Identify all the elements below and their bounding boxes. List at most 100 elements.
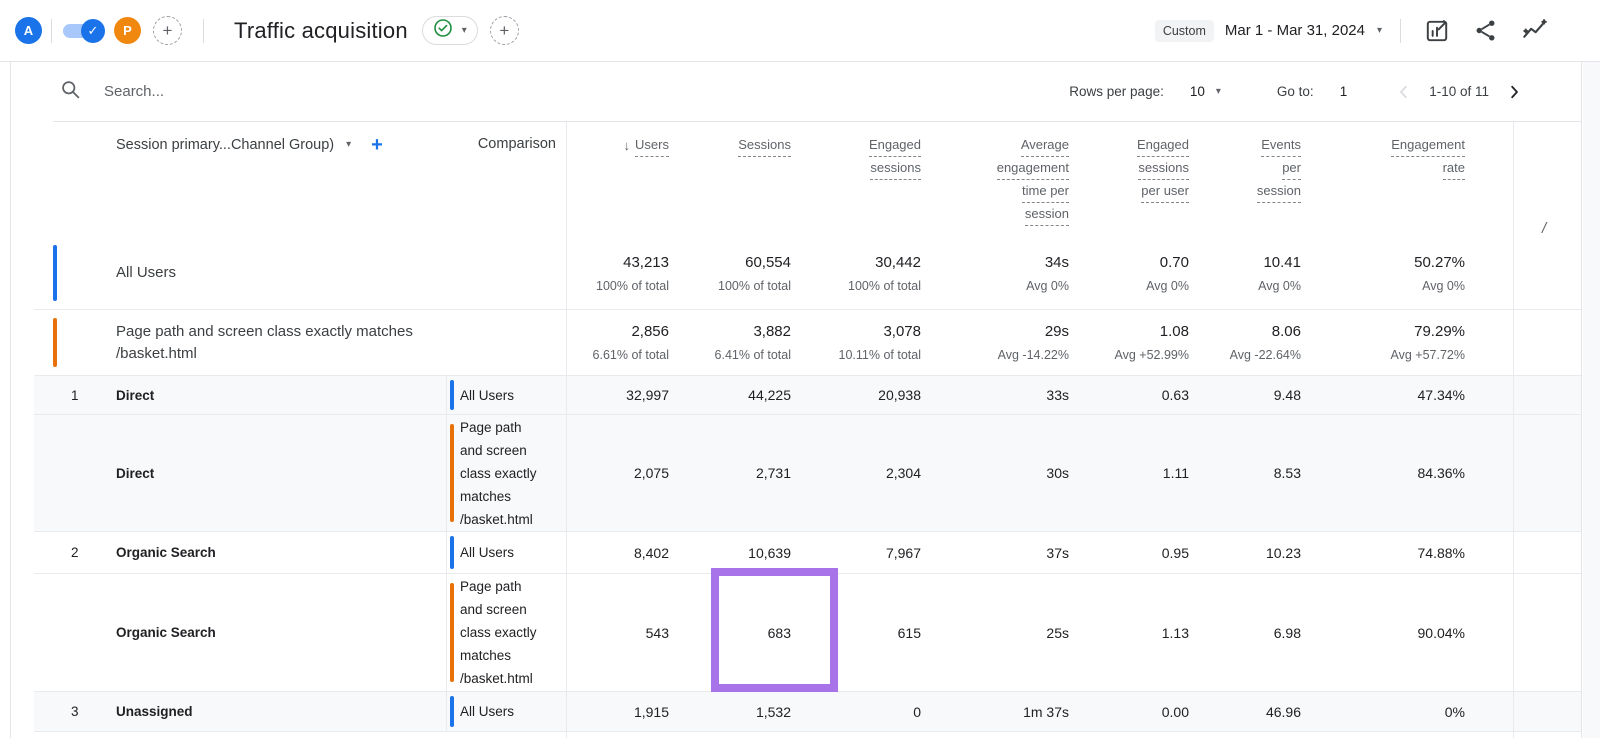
column-header-engagement-rate[interactable]: Engagementrate — [1323, 134, 1513, 226]
column-header-engaged-sessions[interactable]: Engagedsessions — [813, 134, 943, 226]
date-range-type-badge: Custom — [1155, 20, 1214, 42]
metric-value: 29s — [1045, 323, 1069, 340]
row-number: 3 — [71, 704, 79, 719]
column-header-text: Engaged — [869, 134, 921, 157]
column-header-engaged-sessions-per-user[interactable]: Engagedsessionsper user — [1091, 134, 1211, 226]
dimension-cell: 2Organic Search — [34, 532, 446, 573]
column-header-events-per-session[interactable]: Eventspersession — [1211, 134, 1323, 226]
summary-metric-cell: 60,554100% of total — [691, 237, 813, 309]
dimension-selector[interactable]: Session primary...Channel Group) ▾ + — [116, 135, 383, 155]
summary-label: All Users — [116, 262, 461, 284]
page-title: Traffic acquisition — [234, 18, 408, 44]
column-header-average-engagement-time-per-session[interactable]: Averageengagementtime persession — [943, 134, 1091, 226]
metric-cell: 1,915 — [566, 692, 691, 731]
toggle-check-icon: ✓ — [81, 19, 105, 43]
comparison-bar — [53, 318, 57, 367]
metric-cell: 0 — [813, 692, 943, 731]
add-comparison-button[interactable]: + — [153, 16, 182, 45]
plus-icon: + — [499, 21, 509, 41]
column-header-line: Average — [1021, 134, 1069, 157]
comparison-label: All Users — [460, 384, 514, 407]
metric-subvalue: Avg 0% — [1146, 279, 1189, 293]
metric-cell: 1.13 — [1091, 574, 1211, 691]
summary-label-cell: Page path and screen class exactly match… — [34, 310, 566, 375]
table-row: Organic SearchPage pathand screenclass e… — [34, 574, 1581, 692]
customize-report-icon[interactable] — [1423, 17, 1450, 44]
table-header: Session primary...Channel Group) ▾ + Com… — [11, 122, 1581, 237]
table-body: All Users43,213100% of total60,554100% o… — [11, 237, 1581, 732]
metric-subvalue: Avg +52.99% — [1115, 348, 1189, 362]
column-header-line: Engagement — [1391, 134, 1465, 157]
insights-icon[interactable] — [1521, 17, 1548, 44]
comparison-label: All Users — [460, 700, 514, 723]
summary-row: All Users43,213100% of total60,554100% o… — [34, 237, 1581, 310]
add-dimension-icon[interactable]: + — [371, 135, 383, 155]
metric-cell: 683 — [691, 574, 813, 691]
column-header-text: per user — [1141, 180, 1189, 203]
comparison-label: Page pathand screenclass exactlymatches/… — [460, 575, 537, 690]
column-header-text: Users — [635, 134, 669, 157]
column-header-line: Sessions — [738, 134, 791, 157]
rows-per-page-select[interactable]: 10 — [1190, 84, 1205, 99]
comparison-toggle[interactable]: ✓ — [63, 18, 105, 44]
previous-page-icon[interactable] — [1395, 83, 1413, 101]
search-input[interactable] — [104, 83, 524, 100]
report-status-pill[interactable]: ▾ — [422, 16, 478, 45]
metric-subvalue: 6.41% of total — [715, 348, 791, 362]
search-icon — [60, 79, 81, 105]
column-divider — [566, 122, 567, 738]
metric-cell: 32,997 — [566, 376, 691, 414]
add-report-button[interactable]: + — [490, 16, 519, 45]
summary-metric-cell: 3,882 6.41% of total — [691, 310, 813, 375]
comparison-avatar-p[interactable]: P — [114, 17, 141, 44]
go-to-input[interactable]: 1 — [1340, 84, 1348, 99]
summary-row: Page path and screen class exactly match… — [34, 310, 1581, 376]
metric-value: 79.29% — [1414, 323, 1465, 340]
column-header-text: session — [1257, 180, 1301, 203]
go-to-label: Go to: — [1277, 84, 1314, 99]
pagination-range: 1-10 of 11 — [1429, 84, 1489, 99]
chevron-down-icon[interactable]: ▾ — [1216, 87, 1221, 97]
metric-cell: 90.04% — [1323, 574, 1513, 691]
column-header-text: Events — [1261, 134, 1301, 157]
metric-cell: 0.63 — [1091, 376, 1211, 414]
summary-metric-cell: 29sAvg -14.22% — [943, 310, 1091, 375]
table-row: 3UnassignedAll Users1,9151,53201m 37s0.0… — [34, 692, 1581, 732]
summary-metric-cell: 8.06Avg -22.64% — [1211, 310, 1323, 375]
metric-subvalue: 10.11% of total — [839, 348, 921, 362]
metric-cell: 9.48 — [1211, 376, 1323, 414]
summary-metric-cell: 1.08Avg +52.99% — [1091, 310, 1211, 375]
share-icon[interactable] — [1472, 17, 1499, 44]
app-bar: A ✓ P + Traffic acquisition ▾ + Custom M… — [0, 0, 1600, 62]
column-header-text: Engagement — [1391, 134, 1465, 157]
date-range-selector[interactable]: Mar 1 - Mar 31, 2024 — [1225, 22, 1365, 39]
summary-metric-cell: 34sAvg 0% — [943, 237, 1091, 309]
chevron-down-icon[interactable]: ▾ — [1377, 26, 1382, 36]
comparison-column-header: Comparison — [436, 136, 556, 152]
column-header-users[interactable]: ↓Users — [566, 134, 691, 226]
clipped-next-column: / — [1542, 220, 1546, 237]
column-header-text: Average — [1021, 134, 1069, 157]
metric-subvalue: Avg 0% — [1422, 279, 1465, 293]
divider — [1400, 19, 1401, 43]
metric-cell: 10.23 — [1211, 532, 1323, 573]
column-header-line: time per — [1022, 180, 1069, 203]
metric-cell: 1m 37s — [943, 692, 1091, 731]
metric-cell: 84.36% — [1323, 415, 1513, 531]
column-header-text: Sessions — [738, 134, 791, 157]
metric-subvalue: 100% of total — [848, 279, 921, 293]
comparison-label: Page pathand screenclass exactlymatches/… — [460, 416, 537, 531]
column-header-sessions[interactable]: Sessions — [691, 134, 813, 226]
comparison-avatar-a[interactable]: A — [15, 17, 42, 44]
metric-cell: 20,938 — [813, 376, 943, 414]
metric-cell: 0% — [1323, 692, 1513, 731]
comparison-cell: All Users — [446, 532, 566, 573]
table-row: DirectPage pathand screenclass exactlyma… — [34, 415, 1581, 532]
next-page-icon[interactable] — [1505, 83, 1523, 101]
summary-metric-cell: 10.41Avg 0% — [1211, 237, 1323, 309]
metric-value: 3,882 — [753, 323, 791, 340]
column-header-line: session — [1025, 203, 1069, 226]
comparison-label: All Users — [460, 541, 514, 564]
column-header-text: engagement — [997, 157, 1069, 180]
column-header-line: sessions — [1138, 157, 1189, 180]
